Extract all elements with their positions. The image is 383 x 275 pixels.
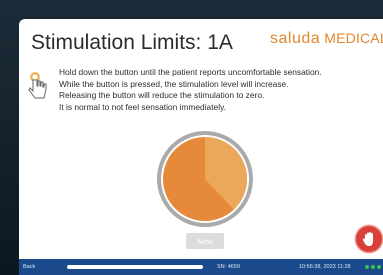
- company-logo: saluda MEDICAL: [270, 30, 383, 48]
- page-title: Stimulation Limits: 1A: [31, 31, 233, 54]
- instruction-line: Releasing the button will reduce the sti…: [59, 90, 265, 100]
- status-bar: Back SN: 4659 10:56:38, 2023 11:28: [19, 259, 383, 275]
- instruction-line: While the button is pressed, the stimula…: [59, 78, 289, 89]
- logo-suffix: MEDICAL: [324, 30, 383, 46]
- serial-number: SN: 4659: [217, 264, 240, 270]
- back-button[interactable]: Back: [19, 259, 59, 275]
- stimulation-level-gauge[interactable]: [155, 129, 255, 229]
- instruction-line: Hold down the button until the patient r…: [59, 67, 322, 77]
- instruction-line: It is normal to not feel sensation immed…: [59, 101, 226, 112]
- timestamp: 10:56:38, 2023 11:28: [299, 264, 351, 270]
- next-button[interactable]: Next: [186, 233, 224, 249]
- hand-press-icon: [28, 72, 47, 99]
- connection-indicator: [365, 265, 381, 269]
- status-dot: [365, 265, 369, 269]
- logo-brand: saluda: [270, 30, 321, 47]
- stop-button[interactable]: [356, 226, 382, 252]
- status-dot: [371, 265, 375, 269]
- instructions-text: Hold down the button until the patient r…: [59, 67, 379, 113]
- hand-stop-icon: [362, 232, 373, 246]
- app-screen: Stimulation Limits: 1A saluda MEDICAL Ho…: [19, 19, 383, 275]
- progress-track: [67, 265, 203, 269]
- status-dot: [377, 265, 381, 269]
